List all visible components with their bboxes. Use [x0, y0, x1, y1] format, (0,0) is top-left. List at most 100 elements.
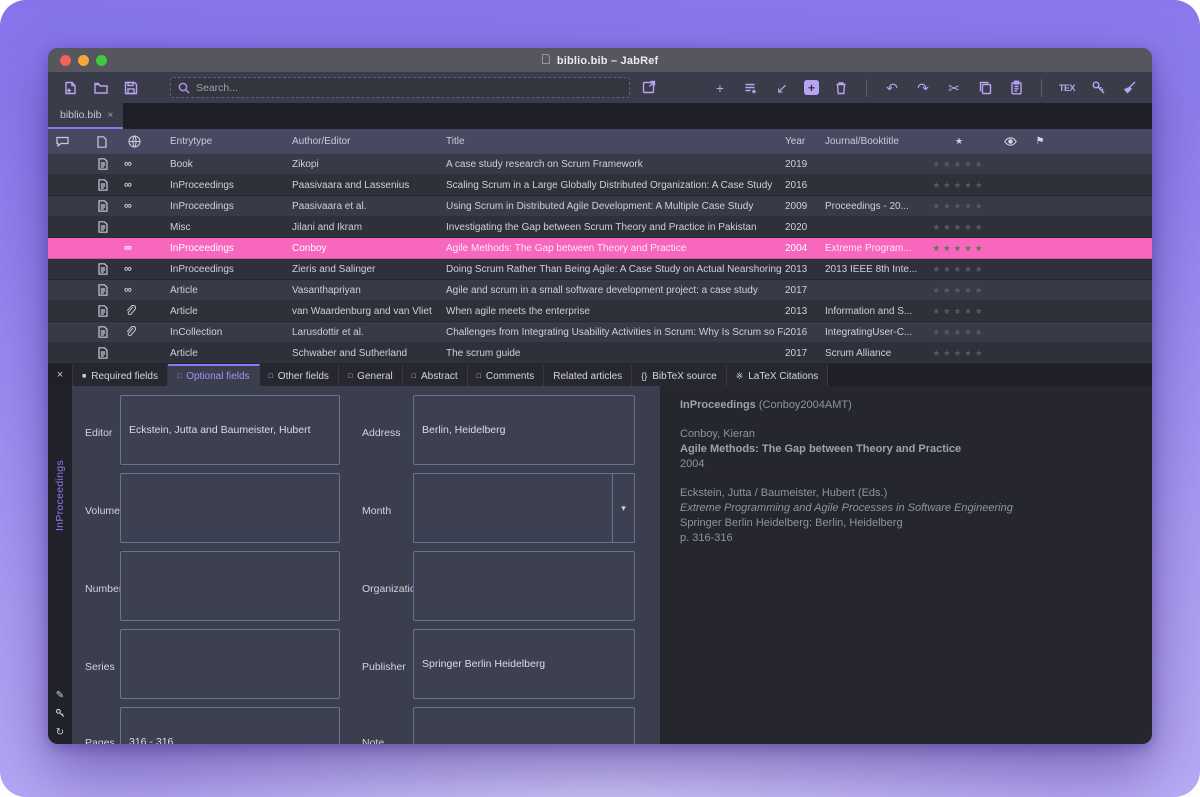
address-field[interactable]: Berlin, Heidelberg: [413, 395, 635, 465]
editor-field[interactable]: Eckstein, Jutta and Baumeister, Hubert: [120, 395, 340, 465]
add-entry-button[interactable]: +: [804, 80, 819, 95]
cited-column-icon[interactable]: [56, 136, 69, 147]
file-attached-icon[interactable]: [98, 200, 120, 212]
tab-general[interactable]: □ General: [339, 364, 403, 386]
tab-optional-fields[interactable]: □ Optional fields: [168, 364, 260, 386]
undo-icon[interactable]: ↶: [883, 79, 901, 97]
refresh-icon[interactable]: ↻: [56, 728, 64, 738]
tab-bibtex-source[interactable]: {} BibTeX source: [632, 364, 727, 386]
table-row[interactable]: Misc Jilani and Ikram Investigating the …: [48, 217, 1152, 238]
ranking-stars[interactable]: ★★★★★: [932, 159, 985, 170]
table-row[interactable]: Article van Waardenburg and van Vliet Wh…: [48, 301, 1152, 322]
tab-label: Required fields: [91, 371, 158, 382]
ranking-stars[interactable]: ★★★★★: [932, 327, 985, 338]
library-tab-biblio[interactable]: biblio.bib ×: [48, 103, 123, 129]
table-row-selected[interactable]: ∞ InProceedings Conboy Agile Methods: Th…: [48, 238, 1152, 259]
edit-entrytype-icon[interactable]: ✎: [56, 691, 64, 701]
series-field[interactable]: [120, 629, 340, 699]
cell-year: 2004: [785, 243, 825, 254]
file-attached-icon[interactable]: [98, 179, 120, 191]
cleanup-entries-icon[interactable]: [1120, 79, 1138, 97]
file-attached-icon[interactable]: [98, 326, 120, 338]
note-field[interactable]: [413, 707, 635, 744]
url-link-icon[interactable]: [125, 305, 170, 317]
publisher-field[interactable]: Springer Berlin Heidelberg: [413, 629, 635, 699]
ranking-stars[interactable]: ★★★★★: [932, 306, 985, 317]
file-attached-icon[interactable]: [98, 347, 120, 359]
close-library-tab-icon[interactable]: ×: [107, 110, 113, 121]
table-row[interactable]: ∞ InProceedings Zieris and Salinger Doin…: [48, 259, 1152, 280]
doi-link-icon[interactable]: ∞: [124, 201, 170, 212]
new-entry-icon[interactable]: +: [711, 79, 729, 97]
doi-link-icon[interactable]: ∞: [124, 264, 170, 275]
entry-preview: InProceedings (Conboy2004AMT) Conboy, Ki…: [660, 386, 1152, 744]
cut-icon[interactable]: ✂: [945, 79, 963, 97]
delete-entry-icon[interactable]: [832, 79, 850, 97]
ranking-stars[interactable]: ★★★★★: [932, 180, 985, 191]
generate-key-icon[interactable]: [55, 708, 65, 721]
chevron-down-icon[interactable]: ▾: [612, 474, 634, 542]
push-to-tex-icon[interactable]: TEX: [1058, 79, 1076, 97]
url-link-icon[interactable]: [125, 326, 170, 338]
table-row[interactable]: ∞ Book Zikopi A case study research on S…: [48, 154, 1152, 175]
field-label-volume: Volume: [85, 505, 120, 517]
save-library-icon[interactable]: [122, 79, 140, 97]
pages-field[interactable]: 316 - 316: [120, 707, 340, 744]
ranking-stars[interactable]: ★★★★★: [932, 243, 985, 254]
table-row[interactable]: Article Schwaber and Sutherland The scru…: [48, 343, 1152, 364]
header-year[interactable]: Year: [785, 136, 825, 147]
month-combobox[interactable]: ▾: [413, 473, 635, 543]
header-author[interactable]: Author/Editor: [292, 136, 446, 147]
header-entrytype[interactable]: Entrytype: [170, 136, 292, 147]
readstatus-column-icon[interactable]: [1004, 137, 1017, 146]
file-attached-icon[interactable]: [98, 305, 120, 317]
new-library-icon[interactable]: [62, 79, 80, 97]
ranking-stars[interactable]: ★★★★★: [932, 285, 985, 296]
header-journal[interactable]: Journal/Booktitle: [825, 136, 923, 147]
tab-related-articles[interactable]: Related articles: [544, 364, 632, 386]
generate-citationkey-icon[interactable]: [1089, 79, 1107, 97]
tab-other-fields[interactable]: □ Other fields: [260, 364, 339, 386]
ranking-stars[interactable]: ★★★★★: [932, 222, 985, 233]
cell-author: Jilani and Ikram: [292, 222, 446, 233]
open-search-window-icon[interactable]: [640, 78, 658, 96]
file-attached-icon[interactable]: [98, 221, 120, 233]
doi-link-icon[interactable]: ∞: [124, 159, 170, 170]
paste-icon[interactable]: [1007, 79, 1025, 97]
tab-comments[interactable]: □ Comments: [468, 364, 545, 386]
doi-link-icon[interactable]: ∞: [124, 180, 170, 191]
volume-field[interactable]: [120, 473, 340, 543]
file-attached-icon[interactable]: [98, 158, 120, 170]
ranking-stars[interactable]: ★★★★★: [932, 348, 985, 359]
file-column-icon[interactable]: [97, 136, 107, 148]
window-title: biblio.bib – JabRef: [48, 54, 1152, 67]
ranking-stars[interactable]: ★★★★★: [932, 264, 985, 275]
file-attached-icon[interactable]: [98, 284, 120, 296]
organization-field[interactable]: [413, 551, 635, 621]
table-row[interactable]: ∞ Article Vasanthapriyan Agile and scrum…: [48, 280, 1152, 301]
cell-year: 2019: [785, 159, 825, 170]
ranking-column-icon[interactable]: ★: [955, 136, 963, 147]
import-icon[interactable]: ↙: [773, 79, 791, 97]
file-attached-icon[interactable]: [98, 263, 120, 275]
close-entry-editor-button[interactable]: ×: [48, 364, 72, 386]
redo-icon[interactable]: ↷: [914, 79, 932, 97]
table-row[interactable]: ∞ InProceedings Paasivaara et al. Using …: [48, 196, 1152, 217]
url-doi-column-icon[interactable]: [128, 135, 141, 148]
search-input[interactable]: [196, 82, 623, 94]
new-entry-from-plaintext-icon[interactable]: [742, 79, 760, 97]
doi-link-icon[interactable]: ∞: [124, 243, 170, 254]
table-row[interactable]: InCollection Larusdottir et al. Challeng…: [48, 322, 1152, 343]
copy-icon[interactable]: [976, 79, 994, 97]
tab-required-fields[interactable]: ■ Required fields: [72, 364, 168, 386]
number-field[interactable]: [120, 551, 340, 621]
entry-editor-tab-bar: × ■ Required fields □ Optional fields □ …: [48, 364, 1152, 386]
table-row[interactable]: ∞ InProceedings Paasivaara and Lassenius…: [48, 175, 1152, 196]
open-library-icon[interactable]: [92, 79, 110, 97]
ranking-stars[interactable]: ★★★★★: [932, 201, 985, 212]
priority-column-icon[interactable]: ⚑: [1036, 136, 1045, 147]
tab-abstract[interactable]: □ Abstract: [403, 364, 468, 386]
doi-link-icon[interactable]: ∞: [124, 285, 170, 296]
tab-latex-citations[interactable]: ※ LaTeX Citations: [727, 364, 829, 386]
header-title[interactable]: Title: [446, 136, 785, 147]
